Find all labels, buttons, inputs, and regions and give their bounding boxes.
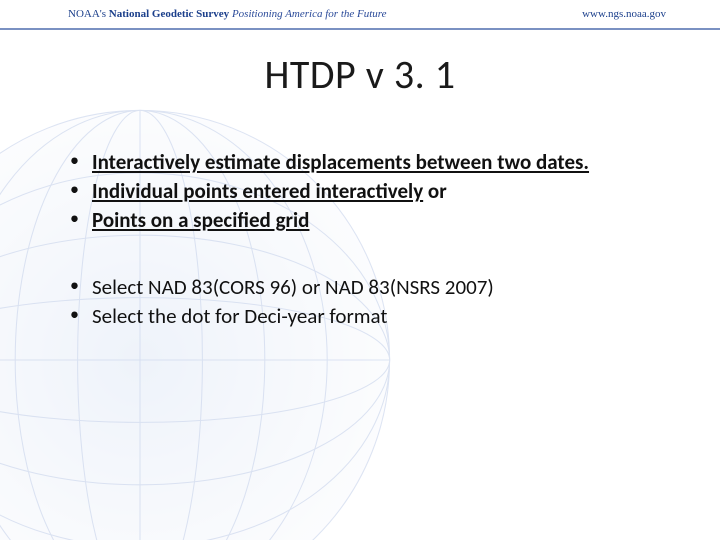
- header-url: www.ngs.noaa.gov: [582, 8, 666, 20]
- header-org-name: National Geodetic Survey: [109, 8, 229, 20]
- bullet-item: Individual points entered interactively …: [64, 178, 656, 205]
- header-bar: NOAA's National Geodetic Survey Position…: [0, 0, 720, 30]
- header-org: NOAA's National Geodetic Survey Position…: [68, 8, 387, 20]
- bullet-text: Select NAD 83(CORS 96) or NAD 83(NSRS 20…: [92, 274, 494, 300]
- slide-body: Interactively estimate displacements bet…: [64, 149, 656, 329]
- bullet-text-suffix: or: [423, 178, 447, 204]
- header-tagline: Positioning America for the Future: [232, 8, 387, 20]
- bullet-text-underline: Points on a specified grid: [92, 207, 309, 233]
- bullet-text-underline: Individual points entered interactively: [92, 178, 423, 204]
- bullet-block-2: Select NAD 83(CORS 96) or NAD 83(NSRS 20…: [64, 274, 656, 330]
- bullet-item: Interactively estimate displacements bet…: [64, 149, 656, 176]
- header-org-prefix: NOAA's: [68, 8, 106, 20]
- bullet-item: Select NAD 83(CORS 96) or NAD 83(NSRS 20…: [64, 274, 656, 301]
- bullet-item: Points on a specified grid: [64, 207, 656, 234]
- bullet-block-1: Interactively estimate displacements bet…: [64, 149, 656, 234]
- bullet-item: Select the dot for Deci-year format: [64, 303, 656, 330]
- bullet-text-underline: Interactively estimate displacements bet…: [92, 149, 589, 175]
- bullet-text: Select the dot for Deci-year format: [92, 303, 387, 329]
- slide-title: HTDP v 3. 1: [0, 50, 720, 99]
